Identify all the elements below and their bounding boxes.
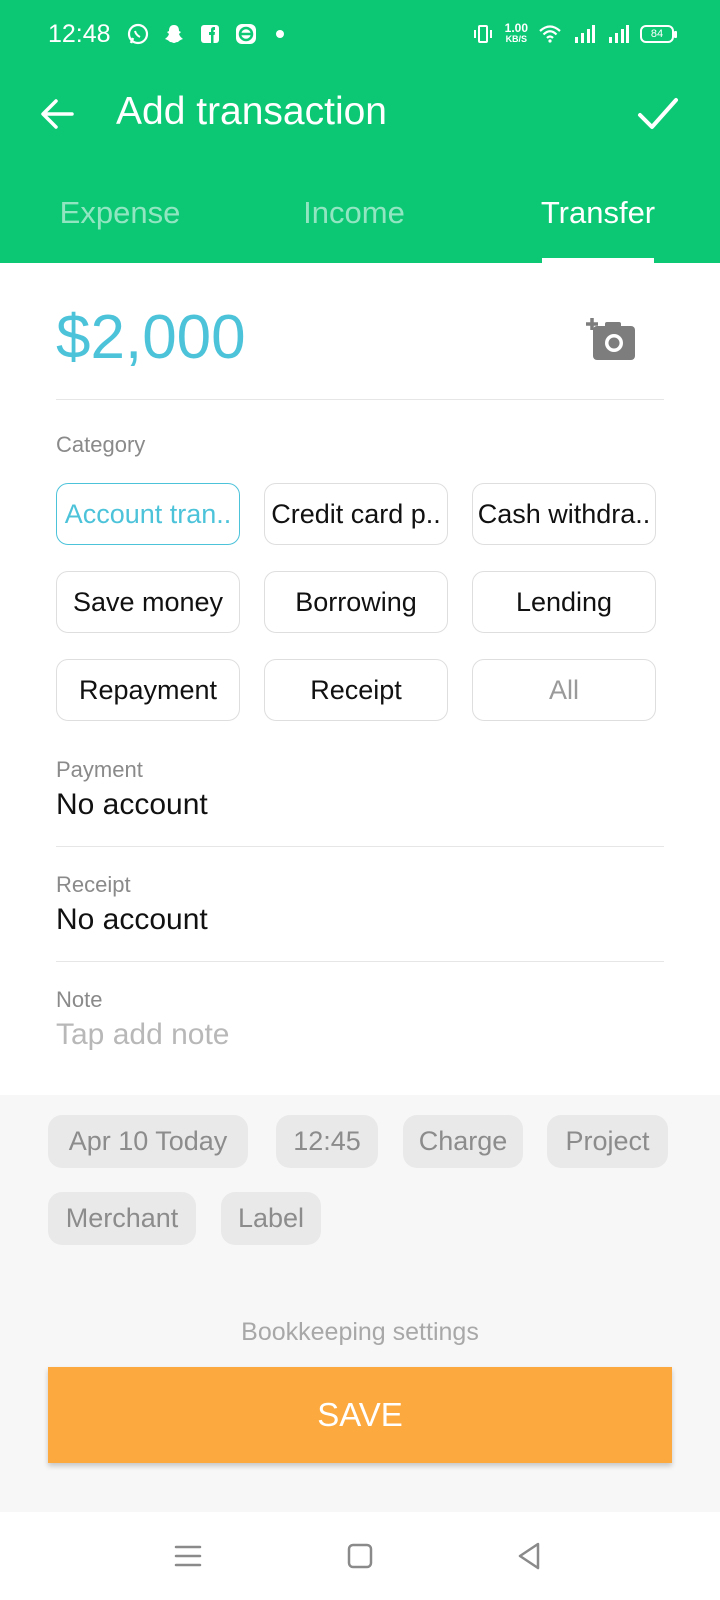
- network-speed: 1.00 KB/S: [504, 21, 528, 45]
- chip-lending[interactable]: Lending: [472, 571, 656, 633]
- status-bar: 12:48 1.00 KB/S 84: [0, 0, 720, 72]
- note-input[interactable]: Tap add note: [56, 1018, 229, 1052]
- home-square-icon[interactable]: [342, 1538, 378, 1574]
- receipt-label: Receipt: [56, 872, 131, 897]
- status-time: 12:48: [48, 20, 111, 48]
- chip-all[interactable]: All: [472, 659, 656, 721]
- back-triangle-icon[interactable]: [512, 1538, 548, 1574]
- receipt-account[interactable]: No account: [56, 903, 208, 937]
- note-label: Note: [56, 987, 103, 1012]
- facebook-icon: [201, 25, 219, 43]
- divider: [56, 399, 664, 400]
- project-pill[interactable]: Project: [547, 1115, 668, 1168]
- charge-pill[interactable]: Charge: [403, 1115, 523, 1168]
- tab-expense[interactable]: Expense: [0, 195, 240, 231]
- snapchat-icon: [165, 25, 183, 43]
- dot-icon: [276, 30, 284, 38]
- add-photo-icon[interactable]: [585, 316, 637, 362]
- type-tabs: Expense Income Transfer: [0, 185, 720, 263]
- chip-account-transfer[interactable]: Account tran..: [56, 483, 240, 545]
- signal-icon: [575, 25, 595, 43]
- bookkeeping-settings-link[interactable]: Bookkeeping settings: [0, 1318, 720, 1347]
- speed-unit: KB/S: [505, 34, 528, 44]
- tab-income[interactable]: Income: [234, 195, 474, 231]
- menu-icon[interactable]: [170, 1538, 206, 1574]
- notification-icons: [126, 22, 284, 46]
- merchant-pill[interactable]: Merchant: [48, 1192, 196, 1245]
- tab-indicator: [542, 258, 654, 263]
- speed-value: 1.00: [504, 21, 528, 35]
- extras-panel: Apr 10 Today 12:45 Charge Project Mercha…: [0, 1095, 720, 1512]
- chip-borrowing[interactable]: Borrowing: [264, 571, 448, 633]
- chip-receipt[interactable]: Receipt: [264, 659, 448, 721]
- check-icon[interactable]: [632, 88, 684, 140]
- system-icons: 1.00 KB/S 84: [471, 21, 677, 46]
- battery-icon: 84: [640, 25, 677, 43]
- tab-transfer[interactable]: Transfer: [478, 195, 718, 231]
- whatsapp-icon: [127, 23, 149, 45]
- app-header: 12:48 1.00 KB/S 84 Add transaction Expen…: [0, 0, 720, 263]
- date-pill[interactable]: Apr 10 Today: [48, 1115, 248, 1168]
- label-pill[interactable]: Label: [221, 1192, 321, 1245]
- divider: [56, 846, 664, 847]
- arrow-back-icon[interactable]: [34, 90, 82, 138]
- wifi-icon: [539, 25, 561, 43]
- page-title: Add transaction: [116, 90, 388, 133]
- divider: [56, 961, 664, 962]
- vibrate-icon: [473, 25, 492, 43]
- app-icon: [236, 24, 256, 44]
- chip-save-money[interactable]: Save money: [56, 571, 240, 633]
- signal-icon: [609, 25, 629, 43]
- chip-cash-withdrawal[interactable]: Cash withdra..: [472, 483, 656, 545]
- amount-display[interactable]: $2,000: [56, 302, 246, 373]
- payment-label: Payment: [56, 757, 143, 782]
- payment-account[interactable]: No account: [56, 788, 208, 822]
- save-button[interactable]: SAVE: [48, 1367, 672, 1463]
- chip-repayment[interactable]: Repayment: [56, 659, 240, 721]
- category-label: Category: [56, 432, 146, 457]
- time-pill[interactable]: 12:45: [276, 1115, 378, 1168]
- chip-credit-card-payment[interactable]: Credit card p..: [264, 483, 448, 545]
- system-nav-bar: [0, 1512, 720, 1600]
